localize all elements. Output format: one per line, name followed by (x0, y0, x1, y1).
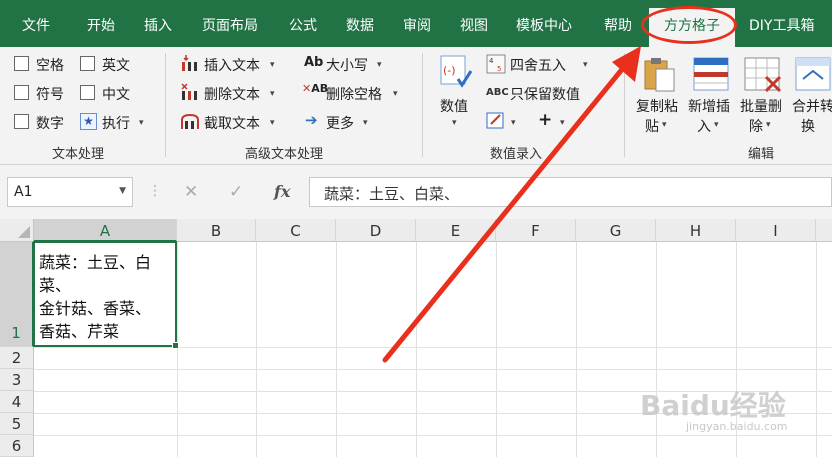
annotation-arrow (382, 46, 641, 363)
